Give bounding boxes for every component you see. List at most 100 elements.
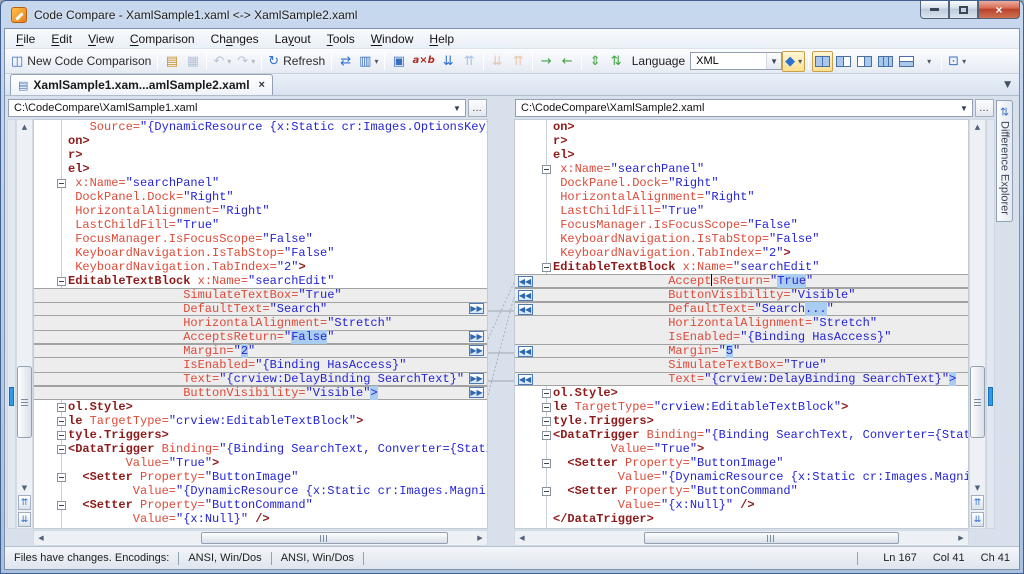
code-line[interactable]: KeyboardNavigation.IsTabStop="False" [515, 232, 968, 246]
code-line[interactable]: ◀◀ Text="{crview:DelayBinding SearchText}… [515, 372, 968, 386]
redo-button[interactable]: ↷ ▾ [234, 51, 258, 72]
chevron-down-icon[interactable]: ▾ [374, 57, 378, 66]
chevron-down-icon[interactable]: ▼ [449, 104, 465, 113]
code-line[interactable]: SimulateTextBox="True" [515, 358, 968, 372]
code-line[interactable]: r> [515, 134, 968, 148]
code-line[interactable]: DockPanel.Dock="Right" [34, 190, 487, 204]
code-line[interactable]: EditableTextBlock x:Name="searchEdit" [34, 274, 487, 288]
menu-view[interactable]: View [80, 30, 122, 48]
code-line[interactable]: Value="{x:Null}" /> [34, 512, 487, 526]
collapse-region-icon[interactable] [56, 430, 66, 440]
menu-changes[interactable]: Changes [203, 30, 267, 48]
undo-button[interactable]: ↶ ▾ [210, 51, 234, 72]
code-line[interactable]: Value="{x:Null}" /> [515, 498, 968, 512]
code-line[interactable]: KeyboardNavigation.IsTabStop="False" [34, 246, 487, 260]
code-line[interactable]: EditableTextBlock x:Name="searchEdit" [515, 260, 968, 274]
code-line[interactable]: LastChildFill="True" [34, 218, 487, 232]
next-difference-button[interactable]: ⇊ [438, 51, 459, 72]
code-line[interactable]: le TargetType="crview:EditableTextBlock"… [515, 400, 968, 414]
refresh-button[interactable]: ↻ Refresh [265, 51, 328, 72]
code-line[interactable]: <DataTrigger Binding="{Binding SearchTex… [34, 442, 487, 456]
chevron-down-icon[interactable]: ▼ [956, 104, 972, 113]
previous-change-button[interactable]: ⇈ [971, 495, 984, 510]
collapse-region-icon[interactable] [56, 500, 66, 510]
maximize-button[interactable] [949, 1, 978, 19]
menu-edit[interactable]: Edit [43, 30, 80, 48]
right-diff-overview-margin[interactable] [986, 119, 995, 529]
syntax-highlighting-toggle[interactable]: ◆ ▾ [782, 50, 806, 72]
collapse-region-icon[interactable] [541, 402, 551, 412]
collapse-region-icon[interactable] [541, 430, 551, 440]
tab-close-icon[interactable]: × [259, 79, 265, 91]
collapse-region-icon[interactable] [541, 262, 551, 272]
code-line[interactable]: Value="True"> [515, 442, 968, 456]
code-line[interactable]: ol.Style> [34, 400, 487, 414]
collapse-region-icon[interactable] [541, 388, 551, 398]
left-file-path-combobox[interactable]: C:\CodeCompare\XamlSample1.xaml ▼ [8, 99, 466, 117]
copy-to-right-button[interactable]: ▶▶ [469, 373, 484, 384]
collapse-region-icon[interactable] [541, 458, 551, 468]
layout-options-dropdown[interactable]: ▾ [917, 51, 938, 72]
scrollbar-thumb[interactable] [643, 532, 899, 544]
save-button[interactable]: ▦ [182, 51, 203, 72]
language-select[interactable]: XML ▼ [690, 52, 783, 70]
menu-file[interactable]: File [8, 30, 43, 48]
word-comparison-button[interactable]: a×b [409, 51, 437, 72]
left-diff-overview-margin[interactable] [7, 119, 16, 529]
expand-all-button[interactable]: ⇕ [585, 51, 606, 72]
structure-comparison-button[interactable]: ▣ [388, 51, 409, 72]
code-line[interactable]: Text="{crview:DelayBinding SearchText}" ▶… [34, 372, 487, 386]
right-horizontal-scrollbar[interactable]: ◀ ▶ [514, 530, 969, 546]
code-line[interactable]: x:Name="searchPanel" [515, 162, 968, 176]
tab-list-dropdown-icon[interactable]: ▼ [1004, 80, 1011, 90]
code-line[interactable]: x:Name="searchPanel" [34, 176, 487, 190]
menu-tools[interactable]: Tools [319, 30, 363, 48]
code-line[interactable]: LastChildFill="True" [515, 204, 968, 218]
menu-comparison[interactable]: Comparison [122, 30, 203, 48]
code-line[interactable]: on> [515, 120, 968, 134]
previous-difference-button[interactable]: ⇈ [459, 51, 480, 72]
next-conflict-button[interactable]: ⇊ [487, 51, 508, 72]
collapse-region-icon[interactable] [541, 486, 551, 496]
minimize-button[interactable] [920, 1, 949, 19]
code-line[interactable]: KeyboardNavigation.TabIndex="2"> [34, 260, 487, 274]
left-vertical-scrollbar[interactable]: ▲ ▼ ⇈ ⇊ [16, 119, 33, 529]
previous-change-button[interactable]: ⇈ [18, 495, 31, 510]
code-line[interactable]: ◀◀ DefaultText="Search..." [515, 302, 968, 316]
chevron-down-icon[interactable]: ▾ [927, 57, 931, 66]
scrollbar-track[interactable] [970, 133, 985, 481]
code-line[interactable]: Value="{DynamicResource {x:Static cr:Ima… [515, 470, 968, 484]
scroll-left-icon[interactable]: ◀ [515, 531, 529, 545]
compare-details-button[interactable]: ⇄ [335, 51, 356, 72]
code-line[interactable]: </DataTrigger> [515, 512, 968, 526]
close-button[interactable]: × [978, 1, 1020, 19]
scroll-left-icon[interactable]: ◀ [34, 531, 48, 545]
next-change-button[interactable]: ⇊ [18, 512, 31, 527]
left-horizontal-scrollbar[interactable]: ◀ ▶ [33, 530, 488, 546]
code-line[interactable]: <Setter Property="ButtonImage" [515, 456, 968, 470]
right-file-path-combobox[interactable]: C:\CodeCompare\XamlSample2.xaml ▼ [515, 99, 973, 117]
pane-splitter[interactable] [488, 98, 514, 546]
code-line[interactable]: ◀◀ AcceptsReturn="True" [515, 274, 968, 288]
next-change-button[interactable]: ⇊ [971, 512, 984, 527]
layout-right-active-button[interactable] [854, 51, 875, 72]
copy-to-left-button[interactable]: ◀◀ [517, 289, 533, 301]
code-line[interactable]: tyle.Triggers> [515, 414, 968, 428]
code-line[interactable]: HorizontalAlignment="Right" [515, 190, 968, 204]
layout-left-active-button[interactable] [833, 51, 854, 72]
code-line[interactable]: FocusManager.IsFocusScope="False" [34, 232, 487, 246]
code-line[interactable]: DefaultText="Search" ▶▶ [34, 302, 487, 316]
copy-to-right-button[interactable]: ▶▶ [469, 345, 484, 356]
menu-help[interactable]: Help [421, 30, 462, 48]
left-browse-button[interactable]: … [468, 99, 487, 117]
code-line[interactable]: Value="{DynamicResource {x:Static cr:Ima… [34, 484, 487, 498]
chevron-down-icon[interactable]: ▼ [766, 53, 782, 69]
chevron-down-icon[interactable]: ▾ [962, 57, 966, 66]
code-line[interactable]: IsEnabled="{Binding HasAccess}" [515, 330, 968, 344]
code-line[interactable]: el> [34, 162, 487, 176]
code-line[interactable]: Value="True"> [34, 456, 487, 470]
scrollbar-thumb[interactable] [970, 366, 985, 438]
layout-horizontal-split-button[interactable] [896, 51, 917, 72]
chevron-down-icon[interactable]: ▾ [227, 57, 231, 66]
code-line[interactable]: <Setter Property="ButtonCommand" [34, 498, 487, 512]
